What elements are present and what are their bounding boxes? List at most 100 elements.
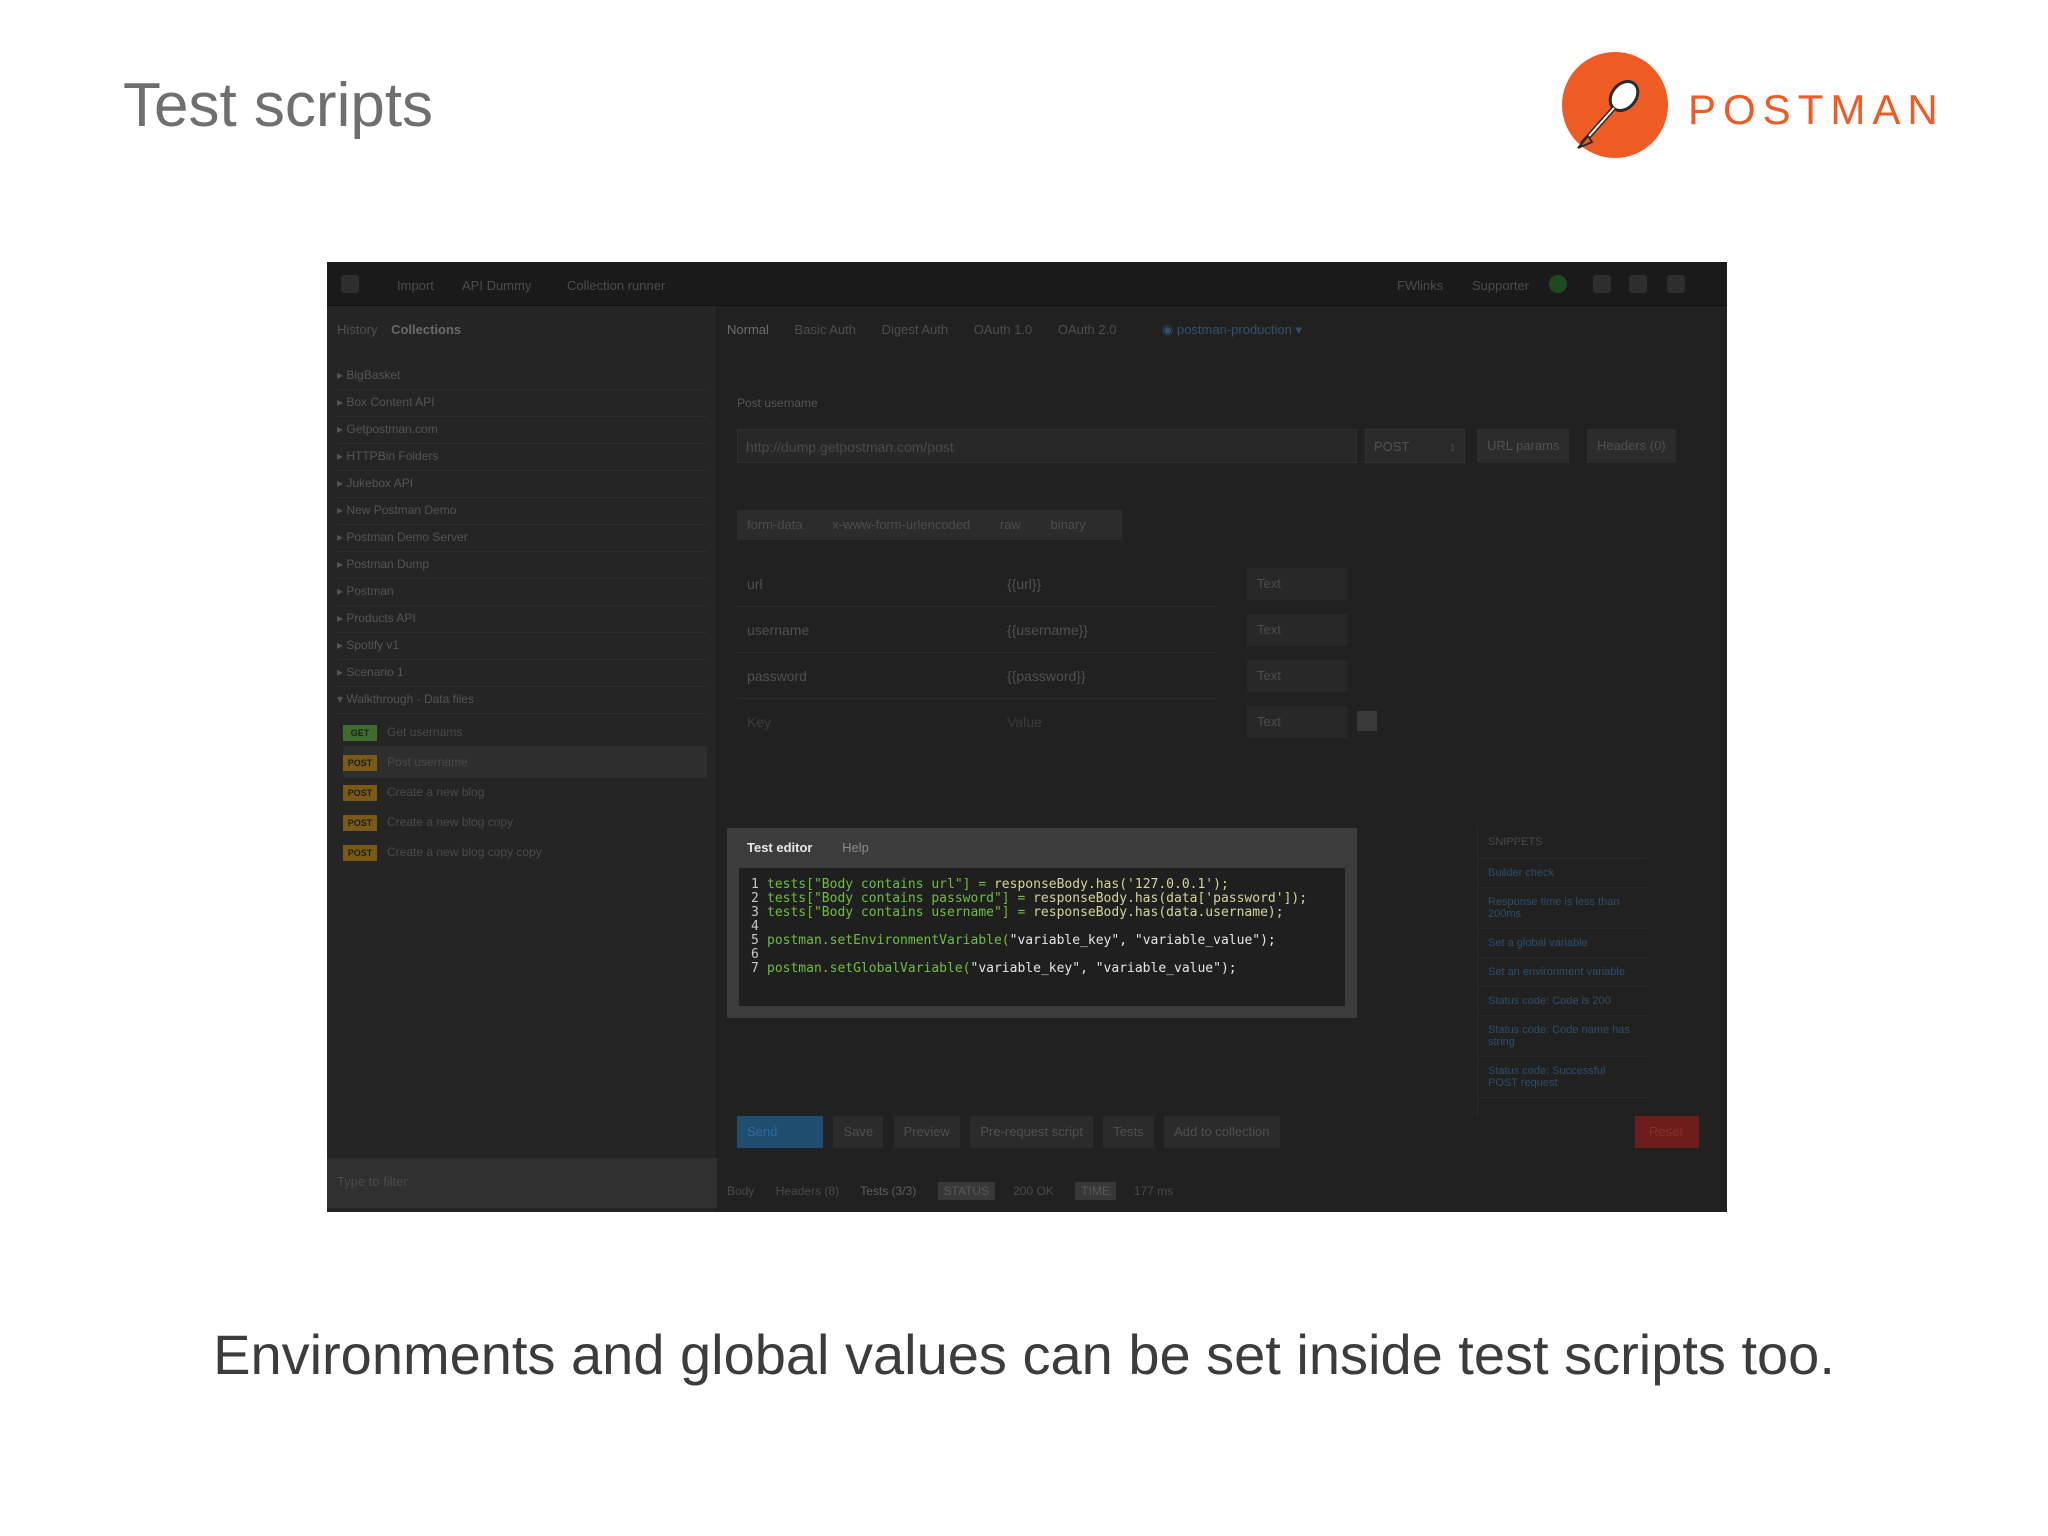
add-to-collection-button[interactable]: Add to collection (1164, 1116, 1280, 1148)
tab-oauth2[interactable]: OAuth 2.0 (1058, 322, 1117, 337)
environment-selector[interactable]: ◉ postman-production ▾ (1162, 322, 1302, 338)
pre-request-script-button[interactable]: Pre-request script (970, 1116, 1093, 1148)
response-bar: Body Headers (8) Tests (3/3) STATUS 200 O… (727, 1182, 1191, 1200)
line-number: 3 (751, 905, 759, 920)
collection-item[interactable]: ▸ BigBasket (337, 360, 707, 390)
snippet-item[interactable]: Status code: Code is 200 (1478, 987, 1647, 1016)
fwlinks-link[interactable]: FWlinks (1397, 278, 1443, 293)
collection-item[interactable]: ▸ Jukebox API (337, 468, 707, 498)
headers-button[interactable]: Headers (0) (1587, 429, 1676, 463)
collection-filter-input[interactable]: Type to filter (327, 1158, 717, 1208)
tab-basic-auth[interactable]: Basic Auth (795, 322, 856, 337)
reset-button[interactable]: Reset (1635, 1116, 1699, 1148)
request-item[interactable]: POST Create a new blog (343, 776, 707, 808)
test-editor-tabs: Test editor Help (747, 840, 869, 855)
form-type-select[interactable]: Text (1247, 568, 1347, 600)
collection-item[interactable]: ▸ Postman Dump (337, 549, 707, 579)
status-label: STATUS (937, 1182, 996, 1200)
url-input[interactable]: http://dump.getpostman.com/post (737, 429, 1357, 463)
request-item[interactable]: POST Create a new blog copy (343, 806, 707, 838)
line-number: 7 (751, 961, 759, 976)
tab-binary[interactable]: binary (1050, 517, 1085, 532)
snippets-header: SNIPPETS (1478, 826, 1647, 859)
preview-button[interactable]: Preview (893, 1116, 960, 1148)
request-item[interactable]: POST Create a new blog copy copy (343, 836, 707, 868)
collection-item[interactable]: ▸ Box Content API (337, 387, 707, 417)
collection-item[interactable]: ▸ New Postman Demo (337, 495, 707, 525)
tab-test-editor[interactable]: Test editor (747, 840, 813, 855)
tab-help[interactable]: Help (842, 840, 869, 855)
form-type-select[interactable]: Text (1247, 660, 1347, 692)
code-token: responseBody.has(data['password']); (1033, 891, 1308, 906)
import-button[interactable]: Import (397, 278, 434, 293)
collection-item-expanded[interactable]: ▾ Walkthrough - Data files (337, 684, 707, 714)
form-key[interactable]: url (747, 576, 763, 592)
close-icon[interactable] (1667, 275, 1685, 293)
slide-title: Test scripts (123, 71, 434, 140)
request-item[interactable]: GET Get usernams (343, 716, 707, 748)
form-key-placeholder[interactable]: Key (747, 714, 771, 730)
request-item-selected[interactable]: POST Post username (343, 746, 707, 778)
method-select[interactable]: POST ↕ (1365, 429, 1465, 463)
request-name: Post username (737, 396, 818, 410)
code-line: 5 postman.setEnvironmentVariable("variabl… (751, 934, 1333, 948)
postman-screenshot: Import API Dummy Collection runner FWlin… (327, 262, 1727, 1212)
code-line: 4 (751, 920, 1333, 934)
code-token: postman.setGlobalVariable( (767, 961, 971, 976)
collection-item[interactable]: ▸ Spotify v1 (337, 630, 707, 660)
tab-digest-auth[interactable]: Digest Auth (882, 322, 949, 337)
save-button[interactable]: Save (833, 1116, 884, 1148)
collection-item[interactable]: ▸ Scenario 1 (337, 657, 707, 687)
tab-response-headers[interactable]: Headers (8) (776, 1184, 839, 1198)
postman-logo-text: POSTMAN (1688, 86, 1945, 133)
form-value[interactable]: {{username}} (1007, 622, 1088, 638)
form-value[interactable]: {{password}} (1007, 668, 1086, 684)
form-key[interactable]: username (747, 622, 809, 638)
form-type-select[interactable]: Text (1247, 614, 1347, 646)
collection-item[interactable]: ▸ Getpostman.com (337, 414, 707, 444)
snippet-item[interactable]: Set a global variable (1478, 929, 1647, 958)
app-topbar: Import API Dummy Collection runner FWlin… (327, 262, 1727, 306)
tab-urlencoded[interactable]: x-www-form-urlencoded (832, 517, 970, 532)
snippet-item[interactable]: Status code: Successful POST request (1478, 1057, 1647, 1098)
tests-button[interactable]: Tests (1103, 1116, 1154, 1148)
sidebar-tabs: History Collections (337, 322, 461, 337)
window-icon[interactable] (1629, 275, 1647, 293)
url-params-button[interactable]: URL params (1477, 429, 1570, 463)
tab-raw[interactable]: raw (1000, 517, 1021, 532)
tab-history[interactable]: History (337, 322, 377, 337)
code-token: "variable_key", "variable_value"); (970, 961, 1237, 976)
snippet-item[interactable]: Status code: Code name has string (1478, 1016, 1647, 1057)
api-dummy-button[interactable]: API Dummy (462, 278, 531, 293)
tab-response-tests[interactable]: Tests (3/3) (860, 1184, 916, 1198)
form-type-select[interactable]: Text (1247, 706, 1347, 738)
snippet-item[interactable]: Response time is less than 200ms (1478, 888, 1647, 929)
form-value[interactable]: {{url}} (1007, 576, 1041, 592)
snippet-item[interactable]: Builder check (1478, 859, 1647, 888)
tab-form-data[interactable]: form-data (747, 517, 803, 532)
tab-collections[interactable]: Collections (391, 322, 461, 337)
tab-oauth1[interactable]: OAuth 1.0 (974, 322, 1033, 337)
collection-item[interactable]: ▸ HTTPBin Folders (337, 441, 707, 471)
status-value: 200 OK (1013, 1184, 1054, 1198)
line-number: 4 (751, 919, 759, 934)
collection-item[interactable]: ▸ Products API (337, 603, 707, 633)
auth-tabs: Normal Basic Auth Digest Auth OAuth 1.0 … (727, 322, 1138, 337)
code-token: responseBody.has(data.username); (1033, 905, 1284, 920)
send-button[interactable]: Send (737, 1116, 823, 1148)
sidebar-toggle-icon[interactable] (341, 275, 359, 293)
body-type-tabs: form-data x-www-form-urlencoded raw bina… (737, 510, 1122, 540)
tab-response-body[interactable]: Body (727, 1184, 754, 1198)
tab-normal[interactable]: Normal (727, 322, 769, 337)
settings-icon[interactable] (1593, 275, 1611, 293)
supporter-link[interactable]: Supporter (1472, 278, 1529, 293)
snippet-item[interactable]: Set an environment variable (1478, 958, 1647, 987)
collection-item[interactable]: ▸ Postman Demo Server (337, 522, 707, 552)
collection-item[interactable]: ▸ Postman (337, 576, 707, 606)
test-code-editor[interactable]: 1 tests["Body contains url"] = responseBo… (739, 868, 1345, 1006)
collection-runner-button[interactable]: Collection runner (567, 278, 665, 293)
form-key[interactable]: password (747, 668, 807, 684)
row-enable-checkbox[interactable] (1357, 711, 1377, 731)
form-value-placeholder[interactable]: Value (1007, 714, 1042, 730)
slide-caption: Environments and global values can be se… (213, 1323, 1835, 1386)
